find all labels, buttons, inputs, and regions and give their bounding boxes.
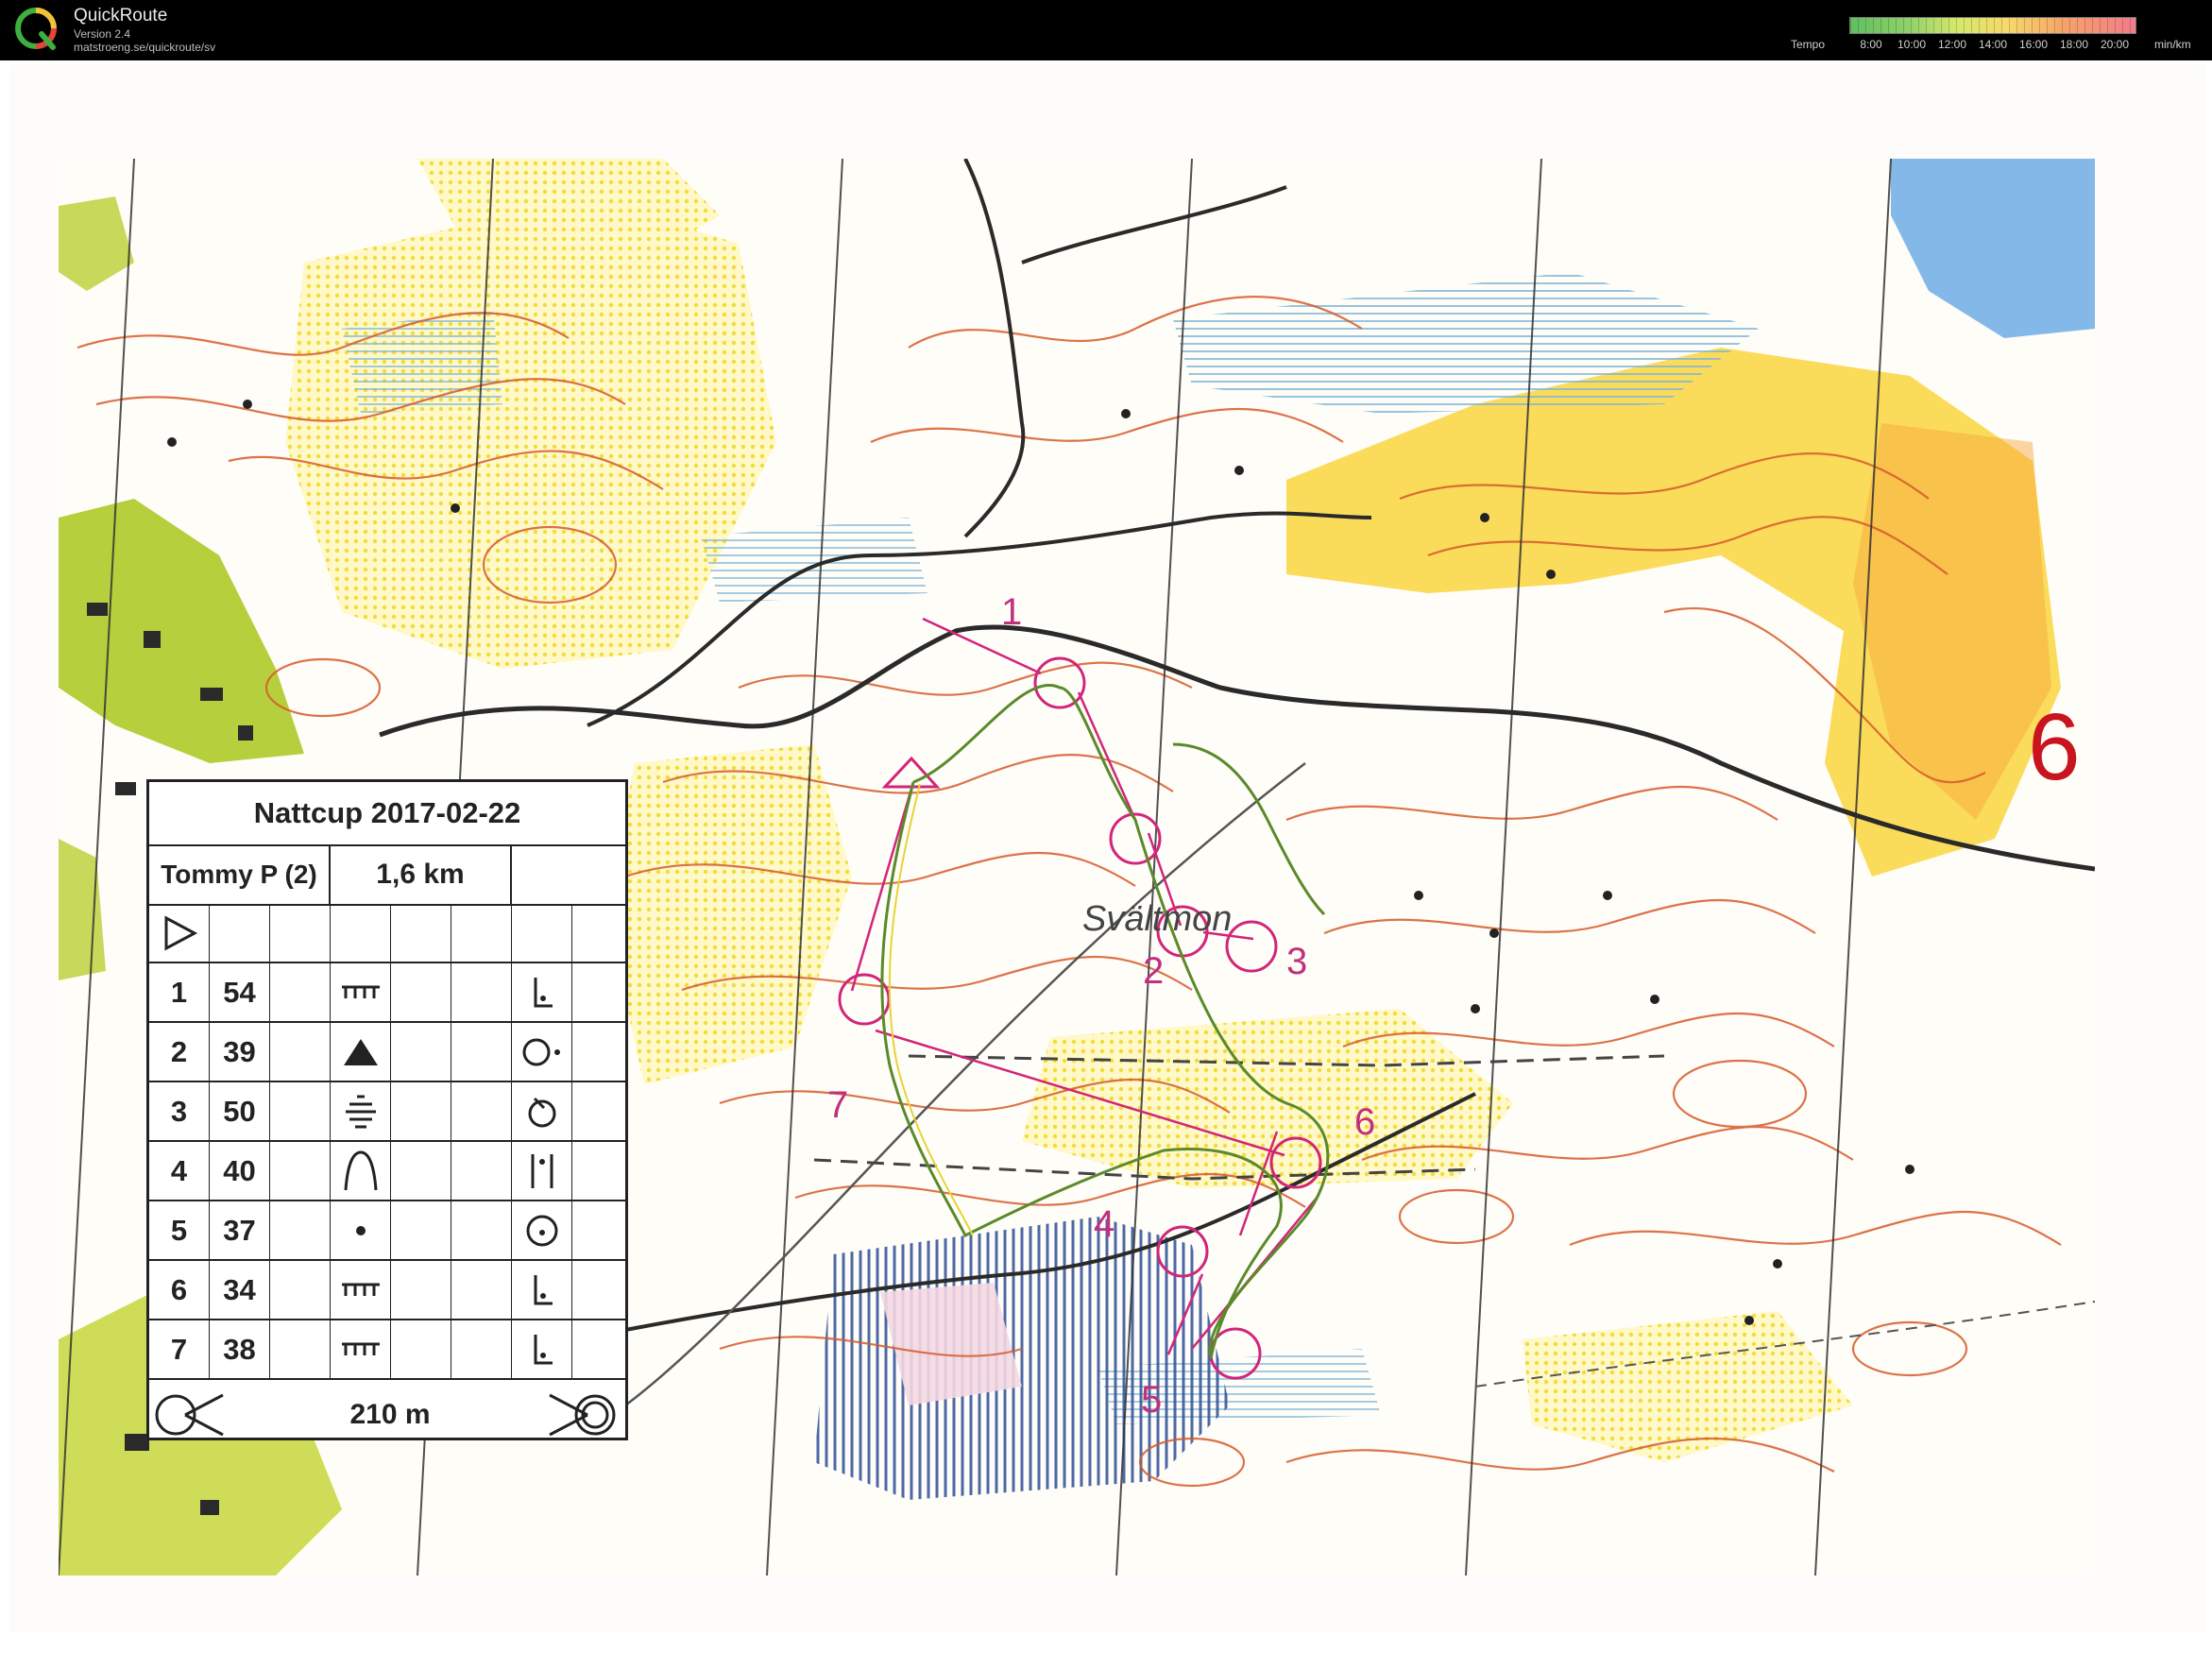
control-label-6: 6	[1354, 1101, 1376, 1143]
place-name-label: Svältmon	[1082, 899, 1233, 939]
tempo-tick: 14:00	[1978, 38, 2008, 51]
control-label-5: 5	[1141, 1379, 1163, 1421]
control-label-4: 4	[1094, 1203, 1115, 1245]
control-row: 3 50	[149, 1082, 625, 1142]
corner-icon	[512, 1320, 572, 1378]
start-row	[149, 904, 625, 963]
tempo-label: Tempo	[1791, 38, 1826, 51]
control-code: 37	[210, 1201, 270, 1259]
side-icon	[512, 1023, 572, 1081]
control-row: 6 34	[149, 1261, 625, 1320]
control-number: 1	[149, 963, 210, 1021]
finish-row: 210 m	[149, 1386, 625, 1443]
app-title: QuickRoute	[74, 6, 168, 26]
control-code: 38	[210, 1320, 270, 1378]
start-triangle-icon	[149, 904, 210, 962]
event-title: Nattcup 2017-02-22	[149, 782, 625, 846]
control-row: 7 38	[149, 1320, 625, 1380]
control-code: 34	[210, 1261, 270, 1319]
runner-name: Tommy P (2)	[149, 844, 331, 904]
app-header: QuickRoute Version 2.4 matstroeng.se/qui…	[0, 0, 2212, 60]
control-row: 4 40	[149, 1142, 625, 1201]
control-number: 2	[149, 1023, 210, 1081]
control-label-1: 1	[1001, 591, 1023, 633]
corner-icon	[512, 963, 572, 1021]
map-big-number: 6	[2028, 694, 2081, 800]
control-label-2: 2	[1143, 950, 1165, 992]
tempo-color-scale	[1849, 17, 2136, 34]
ditch-end-icon	[331, 1261, 391, 1319]
tempo-tick: 16:00	[2018, 38, 2049, 51]
runner-row: Tommy P (2) 1,6 km	[149, 844, 625, 906]
control-row: 5 37	[149, 1201, 625, 1261]
tempo-tick: 20:00	[2100, 38, 2130, 51]
course-length: 1,6 km	[331, 844, 512, 904]
control-number: 4	[149, 1142, 210, 1200]
control-code: 50	[210, 1082, 270, 1140]
ditch-end-icon	[331, 963, 391, 1021]
control-code: 39	[210, 1023, 270, 1081]
tempo-tick: 18:00	[2059, 38, 2089, 51]
small-knoll-dot-icon	[331, 1201, 391, 1259]
control-label-7: 7	[827, 1084, 849, 1126]
control-row: 2 39	[149, 1023, 625, 1082]
control-description-card: Nattcup 2017-02-22 Tommy P (2) 1,6 km 1 …	[146, 779, 628, 1440]
tempo-unit-label: min/km	[2154, 38, 2191, 51]
tempo-tick: 10:00	[1897, 38, 1927, 51]
control-number: 7	[149, 1320, 210, 1378]
marsh-icon	[331, 1082, 391, 1140]
tempo-tick: 8:00	[1860, 38, 1882, 51]
control-code: 54	[210, 963, 270, 1021]
control-row: 1 54	[149, 963, 625, 1023]
corner-icon	[512, 1261, 572, 1319]
part-icon	[512, 1082, 572, 1140]
centre-icon	[512, 1201, 572, 1259]
knoll-icon	[331, 1142, 391, 1200]
between-icon	[512, 1142, 572, 1200]
control-code: 40	[210, 1142, 270, 1200]
app-version: Version 2.4	[74, 27, 131, 41]
control-number: 3	[149, 1082, 210, 1140]
app-url-link[interactable]: matstroeng.se/quickroute/sv	[74, 41, 215, 54]
control-number: 6	[149, 1261, 210, 1319]
tempo-tick: 12:00	[1937, 38, 1967, 51]
finish-circle-icon	[549, 1393, 616, 1437]
quickroute-logo-icon	[15, 8, 57, 50]
finish-distance: 210 m	[349, 1399, 431, 1430]
ditch-end-icon	[331, 1320, 391, 1378]
boulder-triangle-icon	[331, 1023, 391, 1081]
finish-start-icon	[155, 1393, 224, 1437]
control-number: 5	[149, 1201, 210, 1259]
control-label-3: 3	[1286, 941, 1308, 982]
